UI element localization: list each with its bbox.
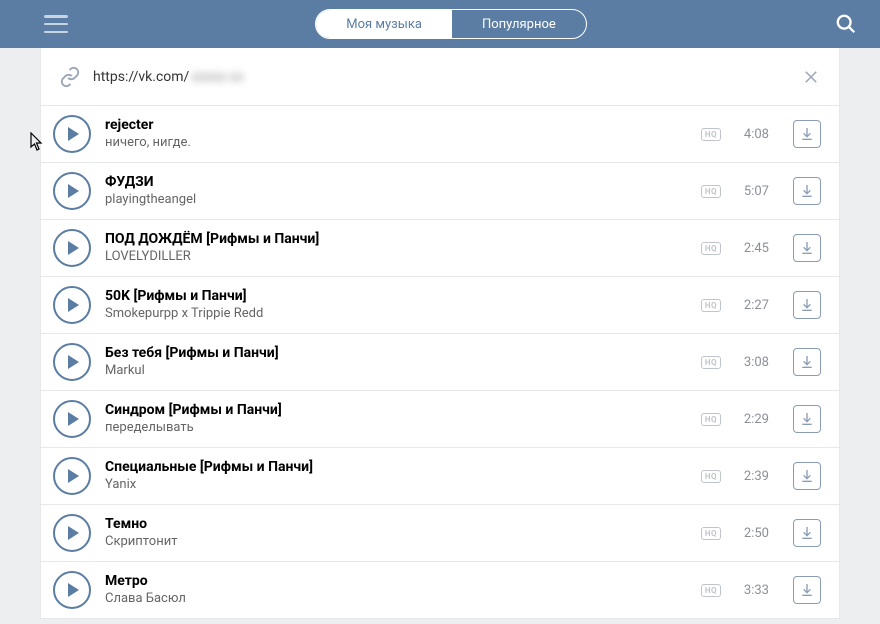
play-button[interactable] xyxy=(53,115,91,153)
play-button[interactable] xyxy=(53,286,91,324)
track-info[interactable]: Синдром [Рифмы и Панчи] переделывать xyxy=(105,401,687,436)
play-button[interactable] xyxy=(53,514,91,552)
track-duration: 2:50 xyxy=(735,526,769,541)
play-icon xyxy=(68,412,79,426)
track-artist: Скриптонит xyxy=(105,534,687,551)
search-icon[interactable] xyxy=(834,12,858,36)
track-row: Темно Скриптонит HQ 2:50 xyxy=(41,505,839,562)
close-icon[interactable] xyxy=(801,67,821,87)
url-hidden: xxxxx xx xyxy=(191,69,243,85)
track-title: rejecter xyxy=(105,116,687,134)
track-title: ПОД ДОЖДЁМ [Рифмы и Панчи] xyxy=(105,230,687,248)
hq-badge: HQ xyxy=(701,185,721,198)
hq-badge: HQ xyxy=(701,470,721,483)
download-button[interactable] xyxy=(793,576,821,604)
track-title: 50K [Рифмы и Панчи] xyxy=(105,287,687,305)
track-artist: Smokepurpp x Trippie Redd xyxy=(105,306,687,323)
play-icon xyxy=(68,127,79,141)
download-button[interactable] xyxy=(793,462,821,490)
track-artist: Слава Басюл xyxy=(105,591,687,608)
url-input[interactable]: https://vk.com/xxxxx xx xyxy=(93,69,789,85)
hq-badge: HQ xyxy=(701,128,721,141)
play-button[interactable] xyxy=(53,343,91,381)
track-duration: 3:33 xyxy=(735,583,769,598)
hq-badge: HQ xyxy=(701,584,721,597)
hq-badge: HQ xyxy=(701,527,721,540)
track-artist: LOVELYDILLER xyxy=(105,249,687,266)
track-row: Синдром [Рифмы и Панчи] переделывать HQ … xyxy=(41,391,839,448)
track-title: ФУДЗИ xyxy=(105,173,687,191)
play-icon xyxy=(68,298,79,312)
track-row: ФУДЗИ playingtheangel HQ 5:07 xyxy=(41,163,839,220)
track-title: Без тебя [Рифмы и Панчи] xyxy=(105,344,687,362)
track-duration: 2:39 xyxy=(735,469,769,484)
track-info[interactable]: Без тебя [Рифмы и Панчи] Markul xyxy=(105,344,687,379)
track-title: Синдром [Рифмы и Панчи] xyxy=(105,401,687,419)
track-info[interactable]: Специальные [Рифмы и Панчи] Yanix xyxy=(105,458,687,493)
track-info[interactable]: 50K [Рифмы и Панчи] Smokepurpp x Trippie… xyxy=(105,287,687,322)
play-button[interactable] xyxy=(53,172,91,210)
download-button[interactable] xyxy=(793,405,821,433)
url-visible: https://vk.com/ xyxy=(93,69,189,85)
play-icon xyxy=(68,583,79,597)
track-artist: playingtheangel xyxy=(105,192,687,209)
download-button[interactable] xyxy=(793,291,821,319)
track-artist: Markul xyxy=(105,363,687,380)
track-row: 50K [Рифмы и Панчи] Smokepurpp x Trippie… xyxy=(41,277,839,334)
track-title: Метро xyxy=(105,572,687,590)
track-info[interactable]: Темно Скриптонит xyxy=(105,515,687,550)
hq-badge: HQ xyxy=(701,242,721,255)
play-button[interactable] xyxy=(53,571,91,609)
link-icon xyxy=(59,66,81,88)
download-button[interactable] xyxy=(793,348,821,376)
track-info[interactable]: rejecter ничего, нигде. xyxy=(105,116,687,151)
menu-icon[interactable] xyxy=(44,15,68,33)
track-duration: 2:29 xyxy=(735,412,769,427)
hq-badge: HQ xyxy=(701,356,721,369)
track-info[interactable]: ФУДЗИ playingtheangel xyxy=(105,173,687,208)
track-row: rejecter ничего, нигде. HQ 4:08 xyxy=(41,106,839,163)
play-icon xyxy=(68,526,79,540)
track-info[interactable]: Метро Слава Басюл xyxy=(105,572,687,607)
track-row: ПОД ДОЖДЁМ [Рифмы и Панчи] LOVELYDILLER … xyxy=(41,220,839,277)
play-icon xyxy=(68,355,79,369)
play-button[interactable] xyxy=(53,229,91,267)
track-title: Специальные [Рифмы и Панчи] xyxy=(105,458,687,476)
track-title: Темно xyxy=(105,515,687,533)
track-row: Без тебя [Рифмы и Панчи] Markul HQ 3:08 xyxy=(41,334,839,391)
download-button[interactable] xyxy=(793,120,821,148)
download-button[interactable] xyxy=(793,519,821,547)
play-button[interactable] xyxy=(53,400,91,438)
track-info[interactable]: ПОД ДОЖДЁМ [Рифмы и Панчи] LOVELYDILLER xyxy=(105,230,687,265)
play-icon xyxy=(68,184,79,198)
track-artist: ничего, нигде. xyxy=(105,135,687,152)
hq-badge: HQ xyxy=(701,413,721,426)
track-duration: 2:45 xyxy=(735,241,769,256)
download-button[interactable] xyxy=(793,177,821,205)
track-duration: 3:08 xyxy=(735,355,769,370)
track-row: Специальные [Рифмы и Панчи] Yanix HQ 2:3… xyxy=(41,448,839,505)
track-duration: 2:27 xyxy=(735,298,769,313)
hq-badge: HQ xyxy=(701,299,721,312)
track-duration: 4:08 xyxy=(735,127,769,142)
tab-switcher: Моя музыка Популярное xyxy=(315,9,587,39)
track-artist: Yanix xyxy=(105,477,687,494)
play-icon xyxy=(68,241,79,255)
track-row: Метро Слава Басюл HQ 3:33 xyxy=(41,562,839,619)
play-icon xyxy=(68,469,79,483)
tab-popular[interactable]: Популярное xyxy=(452,10,586,38)
play-button[interactable] xyxy=(53,457,91,495)
track-duration: 5:07 xyxy=(735,184,769,199)
tab-my-music[interactable]: Моя музыка xyxy=(316,10,452,38)
track-artist: переделывать xyxy=(105,420,687,437)
download-button[interactable] xyxy=(793,234,821,262)
